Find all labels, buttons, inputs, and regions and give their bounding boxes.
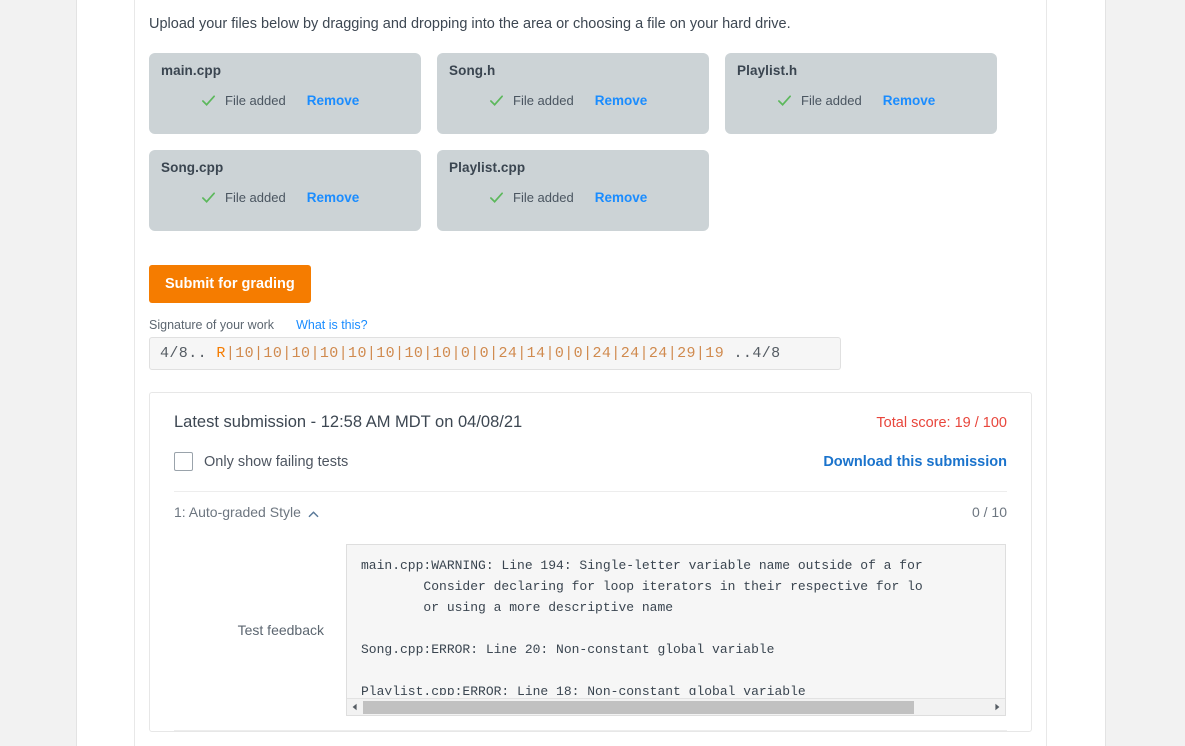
check-icon — [201, 93, 216, 108]
signature-suffix: ..4/8 — [724, 345, 781, 363]
remove-file-link[interactable]: Remove — [307, 93, 360, 108]
remove-file-link[interactable]: Remove — [595, 190, 648, 205]
check-icon — [201, 190, 216, 205]
what-is-this-link[interactable]: What is this? — [296, 318, 368, 332]
file-status-row: File added Remove — [161, 93, 409, 108]
only-show-failing-tests-checkbox[interactable]: Only show failing tests — [174, 452, 349, 472]
file-name: Playlist.h — [737, 63, 798, 79]
scrollbar-track[interactable] — [363, 700, 989, 715]
checkbox-box[interactable] — [174, 452, 193, 472]
test-feedback-label: Test feedback — [237, 622, 324, 639]
file-added-label: File added — [225, 93, 286, 109]
file-name: Playlist.cpp — [449, 160, 526, 176]
test-header: 1: Auto-graded Style 0 / 10 — [174, 504, 1007, 520]
file-card[interactable]: main.cpp File added Remove — [149, 53, 421, 135]
file-card[interactable]: Song.h File added Remove — [437, 53, 709, 135]
file-name: main.cpp — [161, 63, 222, 79]
content-panel: Upload your files below by dragging and … — [134, 0, 1047, 746]
bottom-divider — [174, 730, 1007, 732]
file-card[interactable]: Playlist.h File added Remove — [725, 53, 997, 135]
file-status-row: File added Remove — [161, 190, 409, 205]
submission-title: Latest submission - 12:58 AM MDT on 04/0… — [174, 413, 523, 432]
check-icon — [489, 93, 504, 108]
upload-instructions: Upload your files below by dragging and … — [149, 16, 791, 32]
file-added-label: File added — [225, 190, 286, 206]
remove-file-link[interactable]: Remove — [883, 93, 936, 108]
file-status-row: File added Remove — [449, 93, 697, 108]
file-upload-grid: main.cpp File added Remove Song.h File a… — [149, 53, 1009, 232]
signature-prefix: 4/8.. — [160, 345, 217, 363]
test-feedback-text: main.cpp:WARNING: Line 194: Single-lette… — [361, 558, 923, 696]
signature-row: Signature of your work What is this? — [149, 318, 1032, 332]
test-toggle-auto-graded-style[interactable]: 1: Auto-graded Style — [174, 504, 319, 520]
submit-for-grading-button[interactable]: Submit for grading — [149, 265, 311, 304]
signature-value-box[interactable]: 4/8.. R|10|10|10|10|10|10|10|10|0|0|24|1… — [149, 337, 841, 371]
file-name: Song.cpp — [161, 160, 224, 176]
check-icon — [777, 93, 792, 108]
file-name: Song.h — [449, 63, 496, 79]
download-submission-link[interactable]: Download this submission — [823, 454, 1007, 470]
page-root: Upload your files below by dragging and … — [0, 0, 1185, 746]
test-feedback-row: Test feedback main.cpp:WARNING: Line 194… — [174, 544, 1007, 717]
file-added-label: File added — [801, 93, 862, 109]
submission-subheader: Only show failing tests Download this su… — [174, 452, 1007, 472]
submission-card: Latest submission - 12:58 AM MDT on 04/0… — [149, 392, 1032, 733]
check-icon — [489, 190, 504, 205]
test-feedback-box[interactable]: main.cpp:WARNING: Line 194: Single-lette… — [346, 544, 1006, 717]
scroll-right-arrow-icon[interactable] — [989, 703, 1005, 711]
scroll-left-arrow-icon[interactable] — [347, 703, 363, 711]
scrollbar-thumb[interactable] — [363, 700, 914, 714]
file-card[interactable]: Song.cpp File added Remove — [149, 150, 421, 232]
test-name-label: 1: Auto-graded Style — [174, 504, 301, 521]
only-show-failing-tests-label: Only show failing tests — [204, 453, 349, 470]
file-added-label: File added — [513, 190, 574, 206]
total-score: Total score: 19 / 100 — [876, 415, 1007, 432]
file-status-row: File added Remove — [449, 190, 697, 205]
divider — [174, 491, 1007, 493]
chevron-up-icon[interactable] — [308, 507, 319, 518]
feedback-horizontal-scrollbar[interactable] — [347, 698, 1005, 716]
remove-file-link[interactable]: Remove — [595, 93, 648, 108]
signature-body: |10|10|10|10|10|10|10|10|0|0|24|14|0|0|2… — [225, 345, 725, 363]
file-card[interactable]: Playlist.cpp File added Remove — [437, 150, 709, 232]
outer-column: Upload your files below by dragging and … — [76, 0, 1106, 746]
file-added-label: File added — [513, 93, 574, 109]
signature-label: Signature of your work — [149, 318, 275, 333]
remove-file-link[interactable]: Remove — [307, 190, 360, 205]
signature-flag: R — [216, 345, 226, 363]
test-score: 0 / 10 — [971, 504, 1007, 521]
file-status-row: File added Remove — [737, 93, 985, 108]
submission-header: Latest submission - 12:58 AM MDT on 04/0… — [174, 413, 1007, 432]
